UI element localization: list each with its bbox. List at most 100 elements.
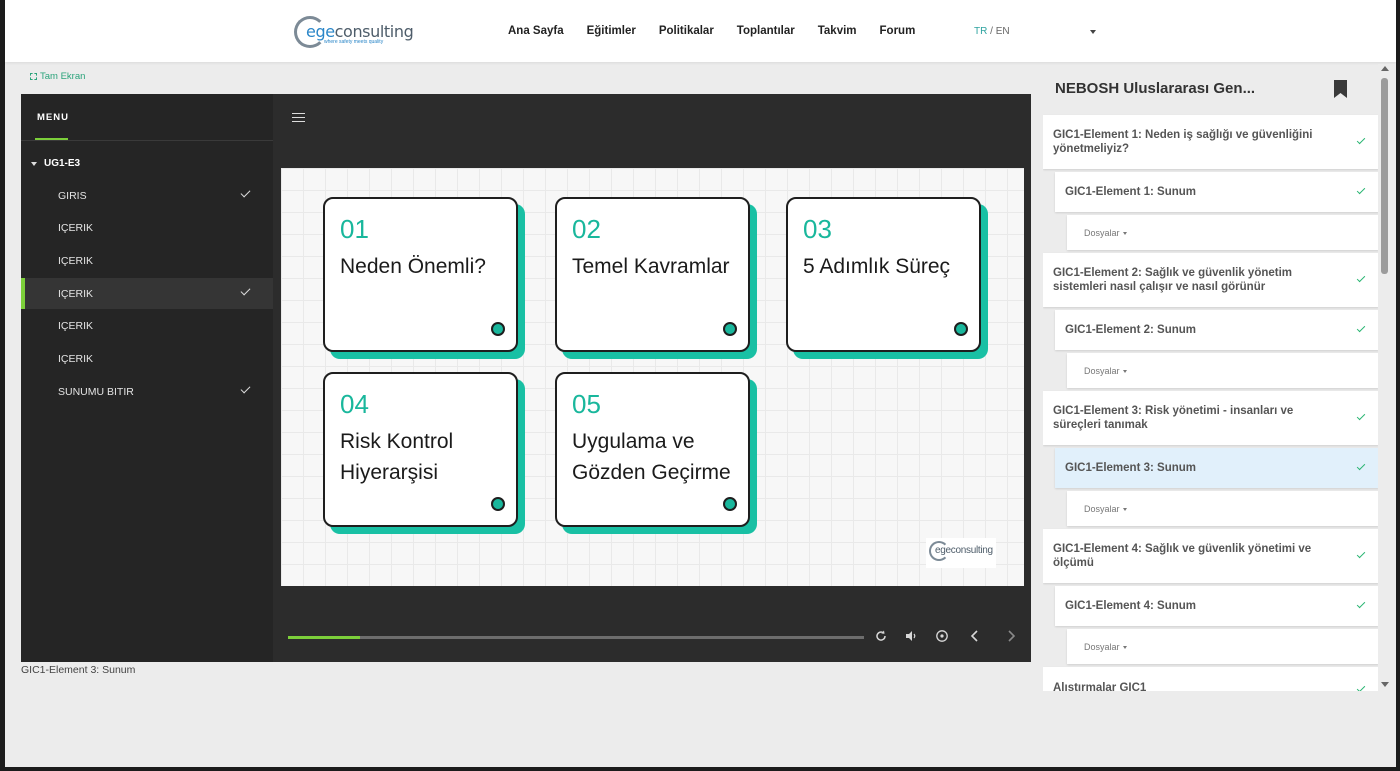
checkmark-icon xyxy=(1356,273,1366,283)
menu-item-2[interactable]: IÇERIK xyxy=(21,213,273,244)
files-dropdown-toggle[interactable]: Dosyalar xyxy=(1084,228,1127,238)
slide-logo-word: egeconsulting xyxy=(935,545,993,556)
files-dropdown-toggle[interactable]: Dosyalar xyxy=(1084,642,1127,652)
menu-item-6[interactable]: IÇERIK xyxy=(21,344,273,375)
lang-tr[interactable]: TR xyxy=(974,26,987,37)
lesson-title: GIC1-Element 2: Sunum xyxy=(1065,324,1196,336)
checkmark-icon xyxy=(1356,683,1366,691)
card-title: Risk Kontrol Hiyerarşisi xyxy=(340,430,454,484)
menu-item-label: IÇERIK xyxy=(58,353,94,365)
card-number: 05 xyxy=(572,389,601,419)
menu-item-4[interactable]: IÇERIK xyxy=(21,278,273,310)
site-header: egeconsulting where safety meets quality… xyxy=(5,0,1396,62)
chevron-down-icon xyxy=(1122,231,1127,235)
section-title: Alıstırmalar GIC1 xyxy=(1053,682,1147,691)
outline-section-1[interactable]: GIC1-Element 1: Neden iş sağlığı ve güve… xyxy=(1043,115,1378,169)
hamburger-menu-icon[interactable] xyxy=(292,113,305,122)
files-dropdown-4[interactable]: Dosyalar xyxy=(1067,629,1378,664)
slide-card-03: 03 5 Adımlık Süreç xyxy=(786,197,988,359)
user-menu-chevron-down-icon[interactable] xyxy=(1090,30,1096,34)
menu-divider xyxy=(21,140,273,141)
menu-item-5[interactable]: IÇERIK xyxy=(21,311,273,342)
outline-lesson-2[interactable]: GIC1-Element 2: Sunum xyxy=(1055,310,1378,350)
slide-logo: egeconsulting xyxy=(926,538,996,568)
speed-icon[interactable] xyxy=(934,629,950,645)
section-title: GIC1-Element 4: Sağlık ve güvenlik yönet… xyxy=(1053,543,1312,569)
progress-bar[interactable] xyxy=(288,636,864,639)
files-dropdown-toggle[interactable]: Dosyalar xyxy=(1084,366,1127,376)
menu-item-label: IÇERIK xyxy=(58,222,94,235)
course-title: NEBOSH Uluslararası Gen... xyxy=(1055,80,1256,97)
menu-group-ug1-e3[interactable]: UG1-E3 xyxy=(31,158,80,169)
files-dropdown-1[interactable]: Dosyalar xyxy=(1067,215,1378,250)
scrollbar-thumb[interactable] xyxy=(1381,78,1388,274)
prev-icon[interactable] xyxy=(967,629,983,645)
files-label: Dosyalar xyxy=(1084,642,1120,652)
replay-icon[interactable] xyxy=(873,629,889,645)
current-lesson-caption: GIC1-Element 3: Sunum xyxy=(21,664,136,676)
menu-item-label: GIRIS xyxy=(58,189,87,202)
files-dropdown-2[interactable]: Dosyalar xyxy=(1067,353,1378,388)
main-nav: Ana Sayfa Eğitimler Politikalar Toplantı… xyxy=(508,25,915,37)
lang-en[interactable]: EN xyxy=(996,26,1010,37)
course-outline-panel: NEBOSH Uluslararası Gen... GIC1-Element … xyxy=(1043,64,1378,691)
checkmark-icon xyxy=(1356,323,1366,333)
next-icon[interactable] xyxy=(1003,629,1019,645)
card-title: Uygulama ve Gözden Geçirme xyxy=(572,430,731,484)
logo-tagline: where safety meets quality xyxy=(324,39,384,45)
bookmark-icon[interactable] xyxy=(1334,80,1347,98)
outline-section-2[interactable]: GIC1-Element 2: Sağlık ve güvenlik yönet… xyxy=(1043,253,1378,307)
lesson-title: GIC1-Element 4: Sunum xyxy=(1065,600,1196,612)
card-title: Neden Önemli? xyxy=(340,255,486,278)
chevron-down-icon xyxy=(1122,645,1127,649)
menu-item-7[interactable]: SUNUMU BITIR xyxy=(21,376,273,407)
nav-trainings[interactable]: Eğitimler xyxy=(587,25,636,37)
outline-section-4[interactable]: GIC1-Element 4: Sağlık ve güvenlik yönet… xyxy=(1043,529,1378,583)
nav-meetings[interactable]: Toplantılar xyxy=(737,25,795,37)
chevron-down-icon xyxy=(1122,507,1127,511)
card-title: Temel Kavramlar xyxy=(572,255,730,278)
outline-lesson-4[interactable]: GIC1-Element 4: Sunum xyxy=(1055,586,1378,626)
menu-item-3[interactable]: IÇERIK xyxy=(21,245,273,276)
card-number: 01 xyxy=(340,214,369,244)
nav-policies[interactable]: Politikalar xyxy=(659,25,714,37)
nav-calendar[interactable]: Takvim xyxy=(818,25,857,37)
slide-card-02: 02 Temel Kavramlar xyxy=(555,197,757,359)
card-face: 01 Neden Önemli? xyxy=(323,197,518,352)
language-switcher: TR / EN xyxy=(974,26,1010,37)
fullscreen-link[interactable]: Tam Ekran xyxy=(30,71,85,82)
files-dropdown-toggle[interactable]: Dosyalar xyxy=(1084,504,1127,514)
outline-lesson-3[interactable]: GIC1-Element 3: Sunum xyxy=(1055,448,1378,488)
menu-item-1[interactable]: GIRIS xyxy=(21,180,273,211)
scroll-up-arrow-icon[interactable] xyxy=(1381,66,1389,71)
player-sidebar-menu: MENU UG1-E3 GIRIS IÇERIK IÇERIK IÇERIK IÇERI… xyxy=(21,94,273,662)
outline-section-exercises[interactable]: Alıstırmalar GIC1 xyxy=(1043,667,1378,691)
card-number: 03 xyxy=(803,214,832,244)
chevron-down-icon xyxy=(1122,369,1127,373)
outline-lesson-1[interactable]: GIC1-Element 1: Sunum xyxy=(1055,172,1378,212)
lang-separator: / xyxy=(987,26,996,37)
files-dropdown-3[interactable]: Dosyalar xyxy=(1067,491,1378,526)
checkmark-icon xyxy=(240,187,251,198)
outline-section-3[interactable]: GIC1-Element 3: Risk yönetimi - insanlar… xyxy=(1043,391,1378,445)
files-label: Dosyalar xyxy=(1084,366,1120,376)
checkmark-icon xyxy=(1356,135,1366,145)
section-title: GIC1-Element 3: Risk yönetimi - insanlar… xyxy=(1053,405,1294,431)
lesson-title: GIC1-Element 1: Sunum xyxy=(1065,186,1196,198)
card-dot-icon xyxy=(954,322,968,336)
slide-card-04: 04 Risk Kontrol Hiyerarşisi xyxy=(323,372,525,534)
card-face: 05 Uygulama ve Gözden Geçirme xyxy=(555,372,750,527)
ege-consulting-logo[interactable]: egeconsulting where safety meets quality xyxy=(294,14,414,50)
card-face: 04 Risk Kontrol Hiyerarşisi xyxy=(323,372,518,527)
volume-icon[interactable] xyxy=(903,629,919,645)
scroll-down-arrow-icon[interactable] xyxy=(1381,682,1389,687)
nav-home[interactable]: Ana Sayfa xyxy=(508,25,564,37)
nav-forum[interactable]: Forum xyxy=(880,25,916,37)
window-frame-left xyxy=(0,0,5,771)
card-number: 02 xyxy=(572,214,601,244)
checkmark-icon xyxy=(1356,185,1366,195)
menu-group-label: UG1-E3 xyxy=(44,158,81,169)
section-title: GIC1-Element 1: Neden iş sağlığı ve güve… xyxy=(1053,129,1313,155)
section-title: GIC1-Element 2: Sağlık ve güvenlik yönet… xyxy=(1053,267,1293,293)
fullscreen-label: Tam Ekran xyxy=(40,71,86,82)
